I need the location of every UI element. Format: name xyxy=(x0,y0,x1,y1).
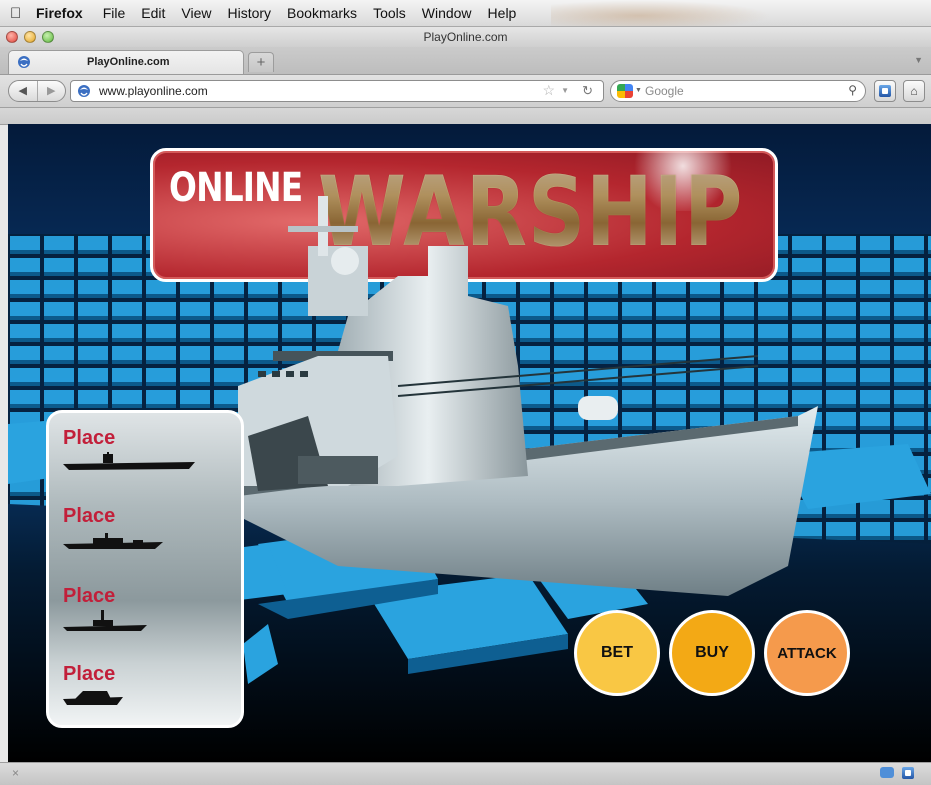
search-icon[interactable]: ⚲ xyxy=(848,83,857,97)
home-icon: ⌂ xyxy=(910,84,918,98)
menu-view[interactable]: View xyxy=(181,5,211,21)
tab-list-chevron-icon[interactable]: ▼ xyxy=(914,55,923,65)
history-dropdown-icon[interactable]: ▼ xyxy=(561,86,569,95)
tab-playonline[interactable]: PlayOnline.com xyxy=(8,50,244,74)
aircraft-carrier-icon xyxy=(63,452,195,470)
place-button[interactable]: Place xyxy=(63,585,223,608)
reload-icon[interactable]: ↻ xyxy=(582,83,593,99)
menu-tools[interactable]: Tools xyxy=(373,5,406,21)
url-bar[interactable]: www.playonline.com ☆ ▼ ↻ xyxy=(70,80,604,102)
status-bar: × xyxy=(0,762,931,785)
window-controls xyxy=(6,31,54,43)
window-title-bar: PlayOnline.com xyxy=(0,27,931,47)
site-favicon-icon xyxy=(78,85,90,97)
menu-bar:  Firefox File Edit View History Bookmar… xyxy=(0,0,931,27)
menu-edit[interactable]: Edit xyxy=(141,5,165,21)
back-arrow-icon[interactable]: ◀ xyxy=(9,81,38,101)
menu-file[interactable]: File xyxy=(103,5,126,21)
bet-button[interactable]: BET xyxy=(574,610,660,696)
sync-button[interactable] xyxy=(874,80,896,102)
forward-arrow-icon[interactable]: ▶ xyxy=(38,81,66,101)
cruise-ship-icon xyxy=(63,691,123,705)
tab-title: PlayOnline.com xyxy=(87,56,170,68)
close-addon-bar-icon[interactable]: × xyxy=(12,766,19,780)
place-button[interactable]: Place xyxy=(63,663,223,686)
menu-history[interactable]: History xyxy=(227,5,271,21)
frigate-icon xyxy=(63,610,147,631)
search-placeholder[interactable]: Google xyxy=(645,84,684,98)
place-item-frigate[interactable]: Place xyxy=(63,585,223,632)
close-window-button[interactable] xyxy=(6,31,18,43)
attack-button[interactable]: ATTACK xyxy=(764,610,850,696)
search-engine-chevron-icon[interactable]: ▼ xyxy=(635,87,642,94)
menu-help[interactable]: Help xyxy=(488,5,517,21)
window-title: PlayOnline.com xyxy=(423,30,508,44)
sync-status-icon[interactable] xyxy=(902,766,914,784)
minimize-window-button[interactable] xyxy=(24,31,36,43)
chat-icon[interactable] xyxy=(880,767,894,778)
place-button[interactable]: Place xyxy=(63,505,223,528)
home-button[interactable]: ⌂ xyxy=(903,80,925,102)
url-text[interactable]: www.playonline.com xyxy=(99,84,208,98)
menu-firefox[interactable]: Firefox xyxy=(36,5,83,21)
menubar-background-blur xyxy=(551,0,771,26)
menu-window[interactable]: Window xyxy=(422,5,472,21)
back-forward-group: ◀ ▶ xyxy=(8,80,66,102)
google-logo-icon[interactable] xyxy=(617,84,633,98)
menu-bookmarks[interactable]: Bookmarks xyxy=(287,5,357,21)
apple-icon[interactable]:  xyxy=(10,5,36,22)
search-bar[interactable]: ▼ Google ⚲ xyxy=(610,80,866,102)
destroyer-icon xyxy=(63,533,163,549)
sync-icon xyxy=(879,85,891,97)
site-favicon-icon xyxy=(18,56,30,68)
place-item-destroyer[interactable]: Place xyxy=(63,505,223,550)
buy-button[interactable]: BUY xyxy=(669,610,755,696)
navigation-toolbar: ◀ ▶ www.playonline.com ☆ ▼ ↻ ▼ Google ⚲ … xyxy=(0,75,931,108)
bookmarks-toolbar xyxy=(0,108,931,125)
ship-placement-panel: Place Place Place Place xyxy=(46,410,244,728)
bookmark-star-icon[interactable]: ☆ xyxy=(542,82,555,99)
tab-strip: PlayOnline.com + ▼ xyxy=(0,47,931,75)
game-area: ONLINE WARSHIP Place Place Place Place B… xyxy=(8,124,931,762)
place-button[interactable]: Place xyxy=(63,427,223,450)
place-item-carrier[interactable]: Place xyxy=(63,427,223,472)
zoom-window-button[interactable] xyxy=(42,31,54,43)
new-tab-button[interactable]: + xyxy=(248,52,274,72)
place-item-cruise-ship[interactable]: Place xyxy=(63,663,223,706)
warship-illustration xyxy=(218,196,818,596)
